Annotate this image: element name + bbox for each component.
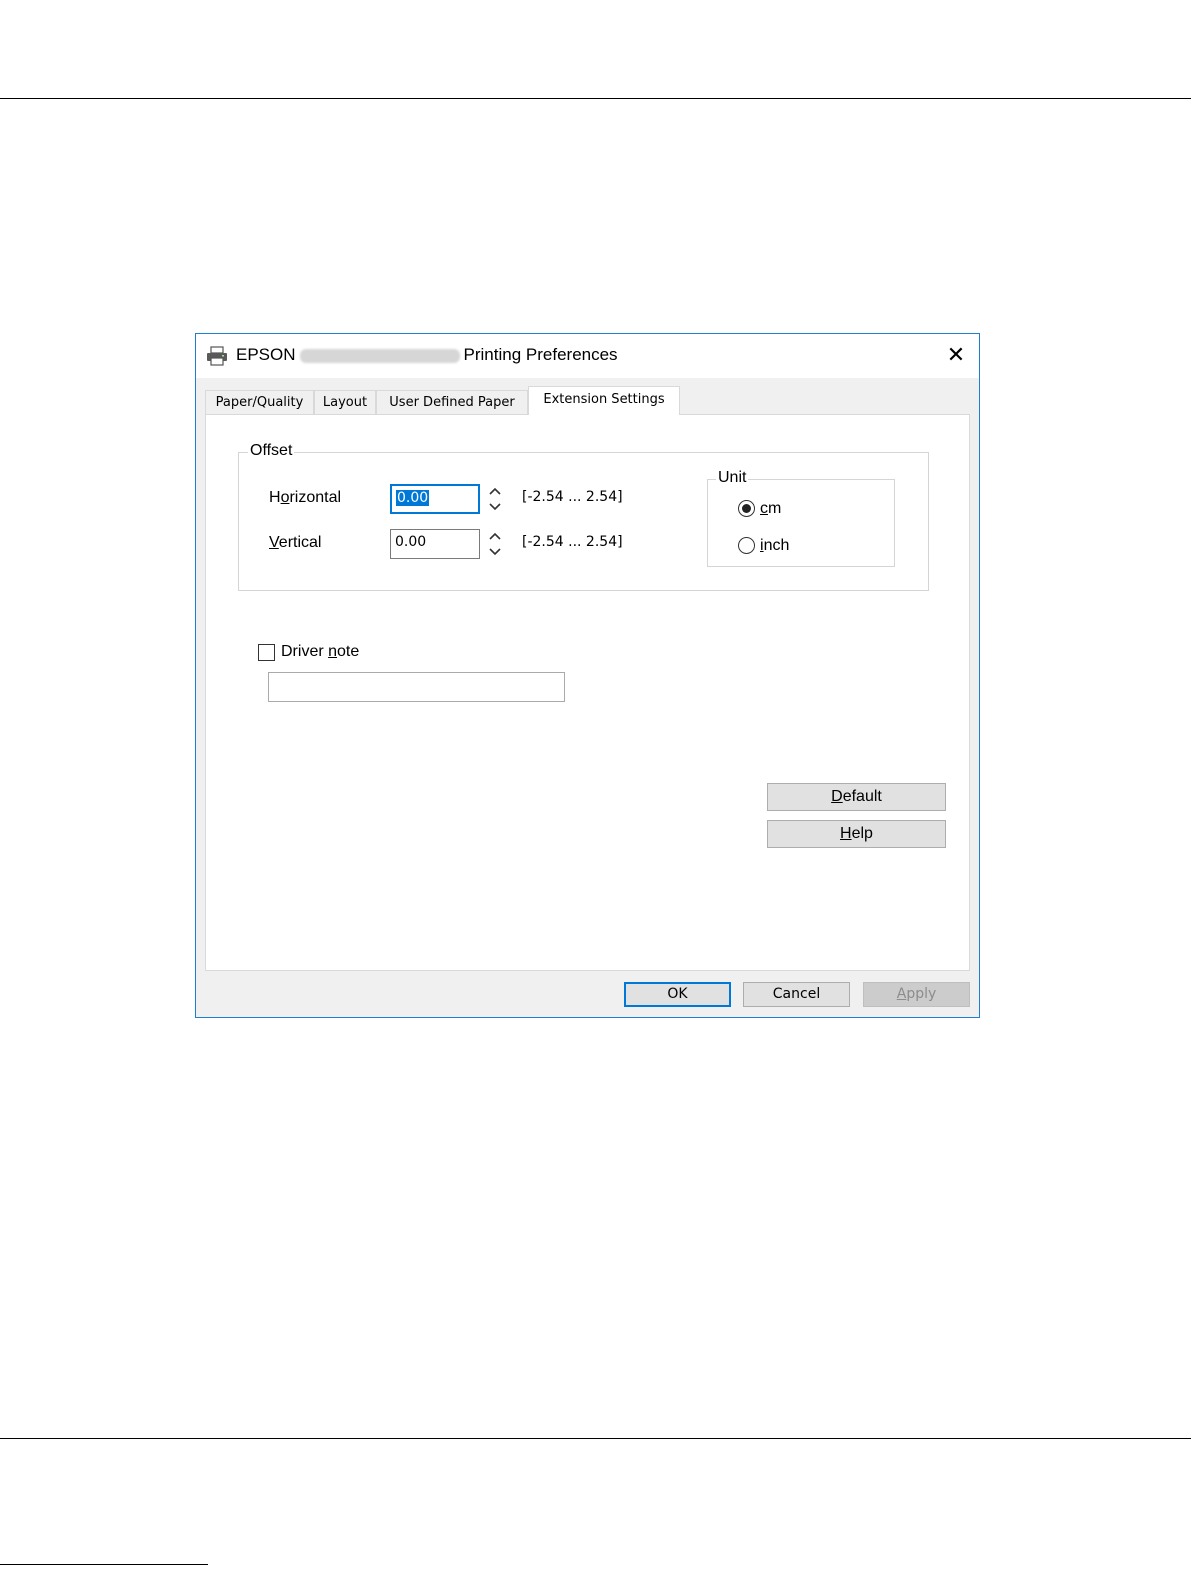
help-label: elp: [851, 825, 873, 842]
spin-down-icon: [489, 503, 501, 511]
unit-group: Unit cm inch: [707, 469, 895, 567]
unit-cm-accel: c: [760, 500, 768, 517]
close-icon: ✕: [946, 342, 966, 367]
cancel-button[interactable]: Cancel: [743, 982, 850, 1007]
horizontal-range: [-2.54 ... 2.54]: [522, 489, 623, 505]
driver-note-label[interactable]: Driver note: [281, 643, 359, 661]
spin-down-icon: [489, 548, 501, 556]
spin-up-icon: [489, 487, 501, 495]
default-label: efault: [842, 788, 882, 805]
unit-inch-post: nch: [763, 537, 790, 554]
tab-layout[interactable]: Layout: [314, 390, 376, 414]
printer-icon: [207, 346, 227, 366]
default-accel: D: [831, 788, 843, 805]
vertical-label: Vertical: [269, 534, 321, 552]
vertical-label-accel: V: [269, 534, 279, 551]
unit-cm-radio[interactable]: [738, 500, 755, 517]
horizontal-label-pre: H: [269, 489, 281, 506]
offset-group-title: Offset: [248, 442, 295, 460]
help-accel: H: [840, 825, 852, 842]
driver-note-label-post: ote: [337, 643, 360, 660]
window-title-text: Printing Preferences: [463, 345, 618, 364]
unit-group-title: Unit: [716, 469, 749, 487]
driver-note-input[interactable]: [268, 672, 565, 702]
horizontal-label-post: rizontal: [289, 489, 342, 506]
horizontal-label: Horizontal: [269, 489, 341, 507]
apply-label: pply: [906, 986, 937, 1002]
tab-paper-quality[interactable]: Paper/Quality: [205, 390, 314, 414]
extension-settings-panel: Offset Horizontal 0.00 [-2.54 ... 2.54] …: [205, 414, 970, 971]
offset-group: Offset Horizontal 0.00 [-2.54 ... 2.54] …: [238, 442, 929, 591]
unit-cm-post: m: [768, 500, 782, 517]
vertical-range: [-2.54 ... 2.54]: [522, 534, 623, 550]
vertical-offset-value: 0.00: [395, 534, 427, 550]
ok-button[interactable]: OK: [624, 982, 731, 1007]
window-title-brand: EPSON: [236, 345, 296, 364]
horizontal-offset-value: 0.00: [396, 490, 430, 506]
page-footer-rule: [0, 1438, 1191, 1439]
vertical-offset-input[interactable]: 0.00: [390, 529, 480, 559]
close-button[interactable]: ✕: [943, 342, 969, 368]
tab-user-defined-paper[interactable]: User Defined Paper: [376, 390, 528, 414]
radio-selected-dot: [742, 504, 751, 513]
spin-up-icon: [489, 532, 501, 540]
driver-note-checkbox[interactable]: [258, 644, 275, 661]
unit-inch-label[interactable]: inch: [760, 537, 789, 555]
vertical-label-post: ertical: [278, 534, 322, 551]
footer-rule-short: [0, 1564, 208, 1565]
page-header-rule: [0, 98, 1191, 99]
horizontal-offset-input[interactable]: 0.00: [390, 484, 480, 514]
driver-note-accel: n: [328, 643, 338, 660]
horizontal-spinner[interactable]: [487, 484, 503, 514]
default-button[interactable]: Default: [767, 783, 946, 811]
vertical-spinner[interactable]: [487, 529, 503, 559]
apply-button[interactable]: Apply: [863, 982, 970, 1007]
unit-cm-label[interactable]: cm: [760, 500, 781, 518]
window-title: EPSON Printing Preferences: [236, 345, 618, 365]
tab-extension-settings[interactable]: Extension Settings: [528, 386, 680, 415]
redacted-model-name: [299, 348, 460, 363]
help-button[interactable]: Help: [767, 820, 946, 848]
unit-inch-radio[interactable]: [738, 537, 755, 554]
title-bar: EPSON Printing Preferences ✕: [196, 334, 979, 378]
apply-accel: A: [896, 986, 907, 1002]
printing-preferences-dialog: EPSON Printing Preferences ✕ Paper/Qualit…: [195, 333, 980, 1018]
driver-note-label-pre: Driver: [281, 643, 329, 660]
